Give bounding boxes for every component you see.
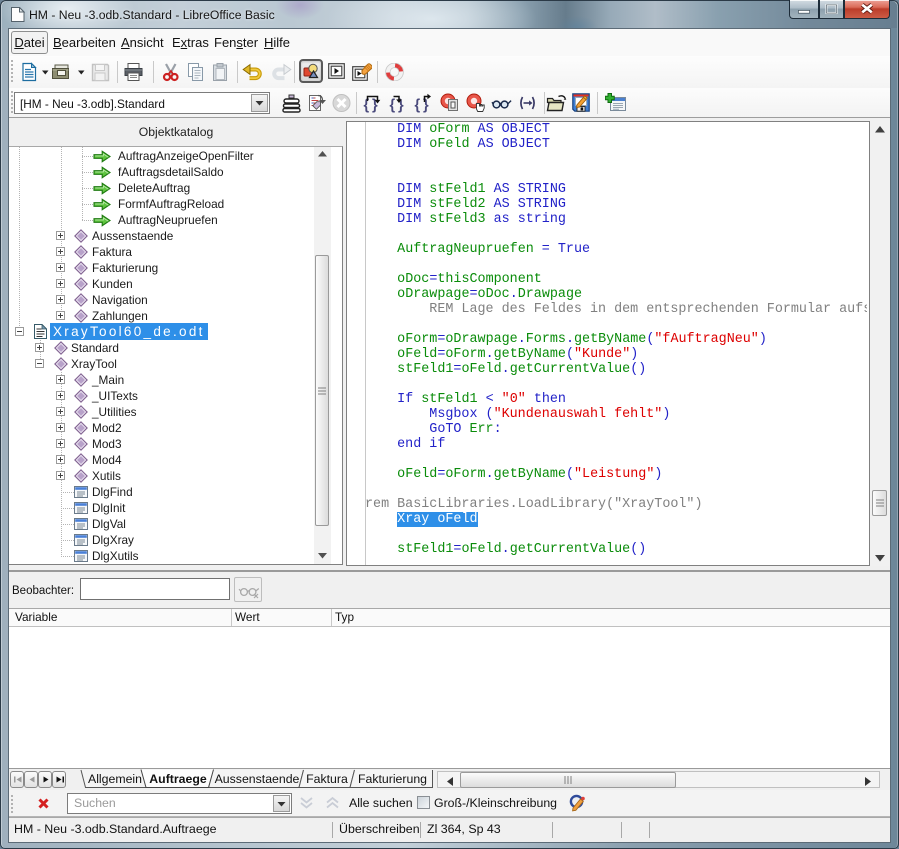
svg-text:{ }: { } (415, 98, 430, 114)
svg-text:{ }: { } (364, 98, 379, 114)
